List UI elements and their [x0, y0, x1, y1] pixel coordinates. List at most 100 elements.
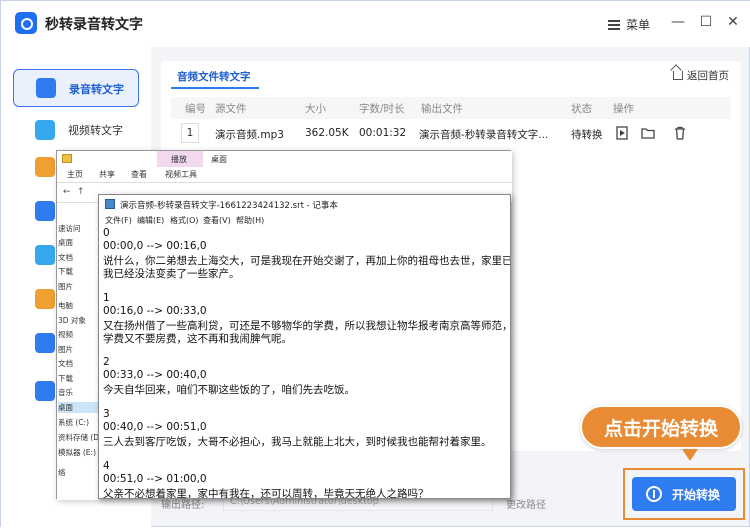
video-text-icon [35, 120, 55, 140]
ribbon-tab-home[interactable]: 主页 [67, 169, 83, 180]
hamburger-icon [608, 20, 620, 30]
explorer-title-bar [57, 151, 512, 167]
table-row: 1 演示音频.mp3 362.05K 00:01:32 演示音频-秒转录音转文字… [171, 121, 731, 147]
text-line: 00:16,0 --> 00:33,0 [103, 305, 207, 317]
back-home-label: 返回首页 [687, 70, 729, 82]
column-header: 字数/时长 [359, 103, 405, 115]
text-line: 00:51,0 --> 01:00,0 [103, 473, 207, 485]
tool-icon[interactable] [35, 381, 55, 401]
text-line: 00:33,0 --> 00:40,0 [103, 369, 207, 381]
column-header: 源文件 [215, 103, 247, 115]
notepad-icon [105, 199, 115, 209]
app-title: 秒转录音转文字 [45, 17, 143, 33]
explorer-nav-pane: 速访问 桌面 文档 下载 图片 电脑 3D 对象 视频 图片 文档 下载 音乐 … [57, 203, 100, 500]
folder-icon[interactable] [641, 126, 655, 140]
explorer-ribbon: 主页 共享 查看 视频工具 [57, 167, 512, 183]
text-line: 我已经没法变卖了一些家产。 [103, 268, 240, 280]
menu-view[interactable]: 查看(V) [203, 215, 231, 226]
nav-item[interactable]: 下载 [58, 373, 100, 384]
text-line: 00:00,0 --> 00:16,0 [103, 240, 207, 252]
text-line: 00:40,0 --> 00:51,0 [103, 421, 207, 433]
column-header: 状态 [571, 103, 592, 115]
tool-icon[interactable] [35, 157, 55, 177]
tool-icon[interactable] [35, 289, 55, 309]
maximize-button[interactable]: ☐ [697, 13, 715, 31]
ribbon-tab-view[interactable]: 查看 [131, 169, 147, 180]
nav-item[interactable]: 桌面 [58, 237, 100, 248]
convert-icon [646, 486, 662, 502]
folder-icon [62, 154, 72, 163]
menu-format[interactable]: 格式(O) [170, 215, 199, 226]
notepad-title-bar: 演示音频-秒转录音转文字-1661223424132.srt - 记事本 [99, 195, 510, 213]
duration: 00:01:32 [359, 127, 407, 139]
file-size: 362.05K [305, 127, 349, 139]
nav-item[interactable]: 模拟器 (E:) [58, 447, 100, 458]
nav-item[interactable]: 电脑 [58, 300, 100, 311]
back-arrow-icon[interactable]: ← [63, 187, 71, 197]
status-badge: 待转换 [571, 129, 603, 141]
tool-icon[interactable] [35, 201, 55, 221]
text-line: 今天自华回来，咱们不聊这些饭的了，咱们先去吃饭。 [103, 384, 355, 396]
nav-item[interactable]: 视频 [58, 329, 100, 340]
notepad-window: 演示音频-秒转录音转文字-1661223424132.srt - 记事本 文件(… [98, 194, 511, 499]
ribbon-tab-desktop[interactable]: 桌面 [211, 154, 227, 165]
title-bar: 秒转录音转文字 菜单 — ☐ ✕ [1, 1, 750, 47]
tool-icon[interactable] [35, 333, 55, 353]
nav-item[interactable]: 图片 [58, 281, 100, 292]
menu-label: 菜单 [626, 18, 651, 32]
tool-icon[interactable] [35, 245, 55, 265]
text-line: 学费又不要房费，这不再和我闹脾气呢。 [103, 333, 292, 345]
ribbon-tab-video-tools[interactable]: 视频工具 [165, 169, 197, 180]
column-header: 输出文件 [421, 103, 463, 115]
sidebar-item-video-to-text[interactable]: 视频转文字 [13, 111, 139, 149]
nav-item[interactable]: 络 [58, 467, 100, 478]
sidebar-item-label: 录音转文字 [69, 83, 124, 96]
output-file: 演示音频-秒转录音转文字... [419, 129, 549, 141]
app-logo-icon [15, 12, 37, 34]
menu-button[interactable]: 菜单 [608, 16, 650, 33]
source-file: 演示音频.mp3 [215, 129, 284, 141]
ribbon-tab-share[interactable]: 共享 [99, 169, 115, 180]
row-number: 1 [181, 123, 199, 143]
start-button-label: 开始转换 [672, 488, 721, 502]
nav-item[interactable]: 文档 [58, 358, 100, 369]
text-line: 4 [103, 460, 110, 472]
text-line: 3 [103, 408, 110, 420]
change-path-link[interactable]: 更改路径 [506, 496, 546, 511]
up-arrow-icon[interactable]: ↑ [77, 187, 85, 197]
tab-audio-file-to-text[interactable]: 音频文件转文字 [171, 63, 259, 89]
callout-bubble: 点击开始转换 [580, 405, 742, 461]
text-line: 1 [103, 292, 110, 304]
app-window: 秒转录音转文字 菜单 — ☐ ✕ 录音转文字 视频转文字 音频文件转文字 返回首… [0, 0, 750, 528]
column-header: 大小 [305, 103, 326, 115]
minimize-button[interactable]: — [669, 13, 687, 31]
menu-help[interactable]: 帮助(H) [236, 215, 264, 226]
trash-icon[interactable] [673, 126, 687, 140]
menu-file[interactable]: 文件(F) [105, 215, 132, 226]
text-line: 2 [103, 356, 110, 368]
notepad-text-area[interactable]: 0 00:00,0 --> 00:16,0 说什么，你二弟想去上海交大，可是我现… [103, 227, 510, 499]
nav-item[interactable]: 速访问 [58, 223, 100, 234]
nav-item[interactable]: 文档 [58, 252, 100, 263]
nav-item[interactable]: 桌面 [58, 402, 100, 413]
audio-wave-icon [36, 78, 56, 98]
nav-item[interactable]: 资料存储 (D:) [58, 432, 100, 443]
nav-item[interactable]: 3D 对象 [58, 315, 100, 326]
ribbon-tab-play[interactable]: 播放 [171, 154, 187, 165]
tab-label: 音频文件转文字 [177, 71, 251, 83]
nav-item[interactable]: 音乐 [58, 387, 100, 398]
play-icon[interactable] [615, 126, 629, 140]
sidebar-item-label: 视频转文字 [68, 124, 123, 137]
column-header: 编号 [185, 103, 206, 115]
sidebar-item-audio-to-text[interactable]: 录音转文字 [13, 69, 139, 107]
close-button[interactable]: ✕ [724, 13, 742, 31]
menu-edit[interactable]: 编辑(E) [137, 215, 164, 226]
notepad-title: 演示音频-秒转录音转文字-1661223424132.srt - 记事本 [120, 201, 338, 211]
text-line: 父亲不必想着家里，家中有我在，还可以周转，毕竟天无绝人之路吗？ [103, 488, 429, 499]
nav-item[interactable]: 系统 (C:) [58, 417, 100, 428]
back-home-link[interactable]: 返回首页 [673, 68, 729, 83]
start-convert-button[interactable]: 开始转换 [632, 477, 736, 511]
nav-item[interactable]: 图片 [58, 344, 100, 355]
table-header: 编号 源文件 大小 字数/时长 输出文件 状态 操作 [171, 97, 731, 119]
nav-item[interactable]: 下载 [58, 266, 100, 277]
